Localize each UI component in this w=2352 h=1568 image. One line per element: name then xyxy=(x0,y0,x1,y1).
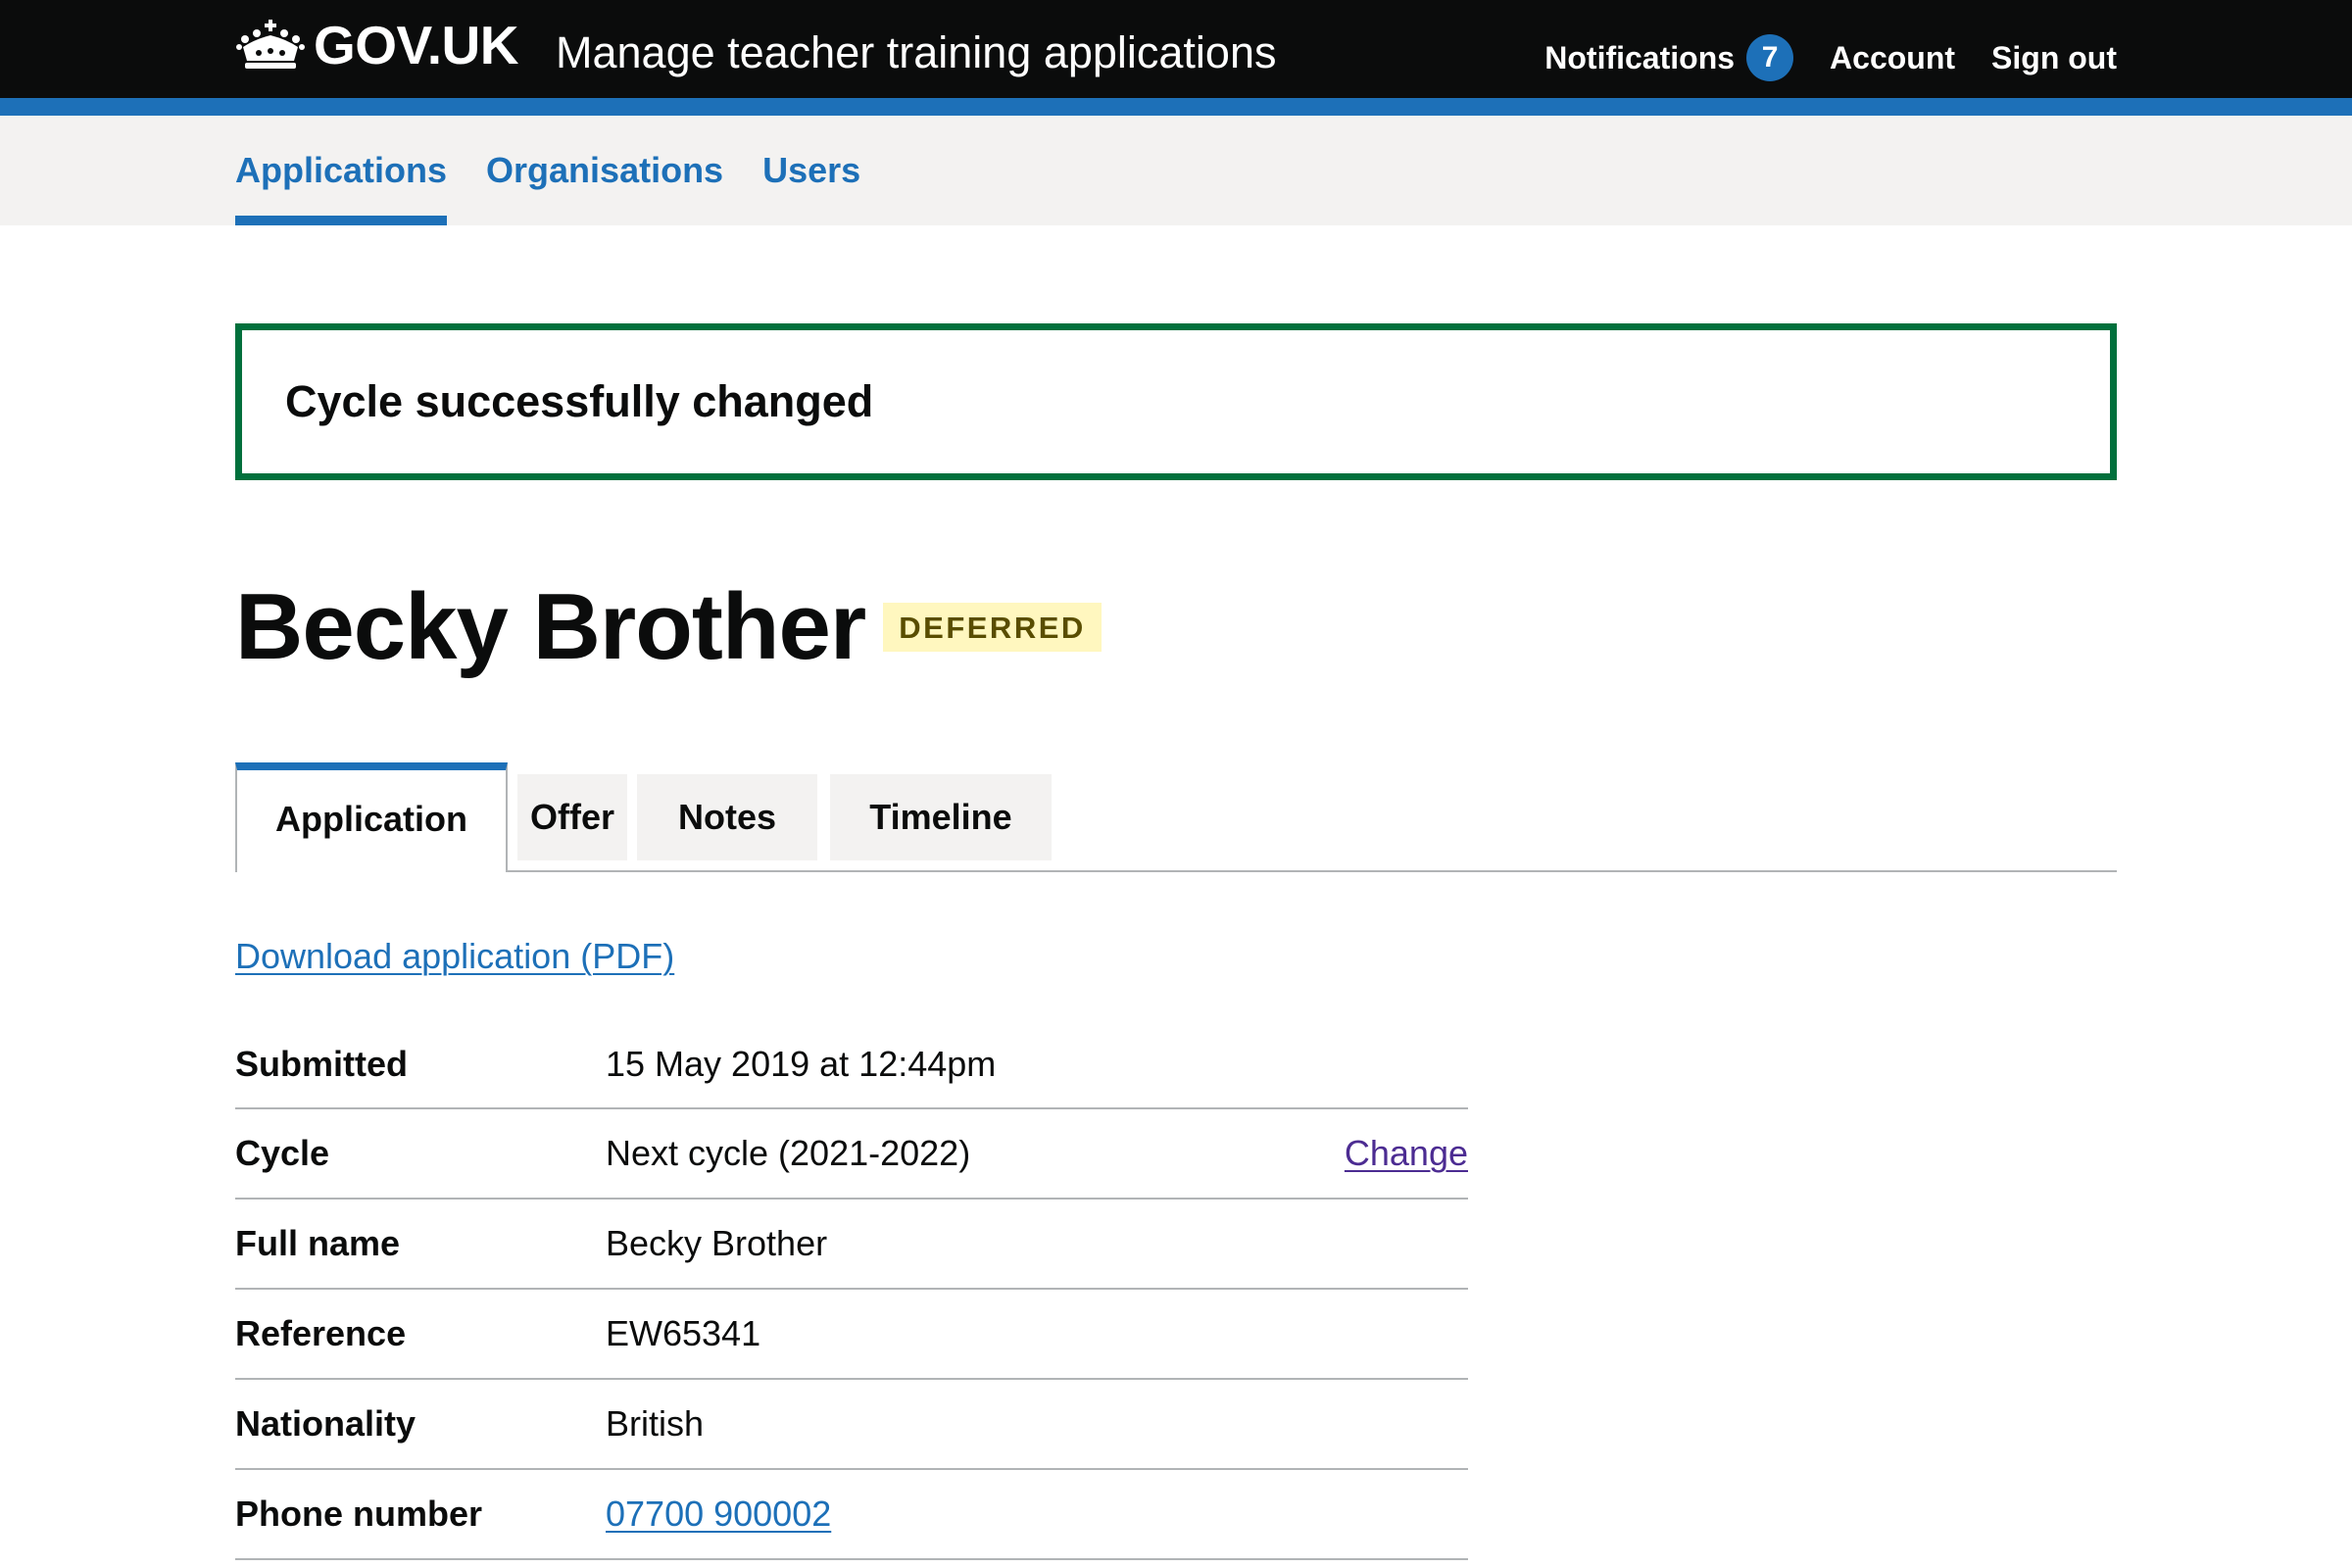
crown-icon xyxy=(236,20,305,69)
download-application-pdf-link[interactable]: Download application (PDF) xyxy=(235,933,674,980)
nav-link-organisations[interactable]: Organisations xyxy=(486,116,723,193)
summary-key: Reference xyxy=(235,1313,407,1353)
tab-notes[interactable]: Notes xyxy=(637,774,817,860)
summary-row-nationality: Nationality British xyxy=(235,1380,1468,1470)
primary-nav: Applications Organisations Users xyxy=(0,116,2352,225)
summary-value: Becky Brother xyxy=(606,1223,828,1263)
notifications-link[interactable]: Notifications 7 xyxy=(1544,34,1794,81)
application-summary: Submitted 15 May 2019 at 12:44pm Cycle N… xyxy=(235,1021,1468,1560)
summary-row-cycle: Cycle Next cycle (2021-2022) Change xyxy=(235,1109,1468,1200)
application-tabs: Application Offer Notes Timeline xyxy=(235,762,2117,872)
summary-row-phone-number: Phone number 07700 900002 xyxy=(235,1470,1468,1560)
summary-key: Submitted xyxy=(235,1044,408,1084)
page-heading: Becky Brother DEFERRED xyxy=(235,568,1102,686)
tab-offer[interactable]: Offer xyxy=(517,774,627,860)
sign-out-link[interactable]: Sign out xyxy=(1991,40,2117,76)
summary-key: Nationality xyxy=(235,1403,416,1444)
summary-row-reference: Reference EW65341 xyxy=(235,1290,1468,1380)
summary-value: Next cycle (2021-2022) xyxy=(606,1133,971,1173)
tabs-divider xyxy=(235,870,2117,872)
summary-value: EW65341 xyxy=(606,1313,761,1353)
notifications-label: Notifications xyxy=(1544,39,1736,75)
summary-row-submitted: Submitted 15 May 2019 at 12:44pm xyxy=(235,1021,1468,1109)
header-blue-bar xyxy=(0,98,2352,116)
nav-link-users[interactable]: Users xyxy=(762,116,860,193)
service-name-link[interactable]: Manage teacher training applications xyxy=(556,24,1276,82)
summary-value: 15 May 2019 at 12:44pm xyxy=(606,1044,997,1084)
success-banner-message: Cycle successfully changed xyxy=(285,376,874,426)
summary-row-full-name: Full name Becky Brother xyxy=(235,1200,1468,1290)
site-header: GOV.UK Manage teacher training applicati… xyxy=(0,0,2352,98)
notifications-count-badge: 7 xyxy=(1746,34,1794,81)
primary-nav-item-applications: Applications xyxy=(235,116,448,225)
logo-text: GOV.UK xyxy=(314,14,518,75)
change-cycle-link[interactable]: Change xyxy=(1345,1133,1468,1174)
account-link[interactable]: Account xyxy=(1830,40,1955,76)
govuk-logo-link[interactable]: GOV.UK xyxy=(235,16,518,74)
summary-key: Cycle xyxy=(235,1133,330,1173)
success-banner: Cycle successfully changed xyxy=(235,323,2117,480)
summary-value: British xyxy=(606,1403,705,1444)
tab-application[interactable]: Application xyxy=(235,762,508,872)
summary-key: Full name xyxy=(235,1223,401,1263)
primary-nav-item-users: Users xyxy=(762,116,860,225)
primary-nav-item-organisations: Organisations xyxy=(486,116,723,225)
tab-timeline[interactable]: Timeline xyxy=(830,774,1052,860)
status-tag: DEFERRED xyxy=(883,603,1102,652)
summary-key: Phone number xyxy=(235,1494,483,1534)
header-nav: Notifications 7 Account Sign out xyxy=(1544,29,2117,86)
active-tab-mask xyxy=(237,870,506,872)
phone-number-link[interactable]: 07700 900002 xyxy=(606,1494,831,1535)
page-title: Becky Brother xyxy=(235,574,866,679)
nav-link-applications[interactable]: Applications xyxy=(235,116,447,193)
